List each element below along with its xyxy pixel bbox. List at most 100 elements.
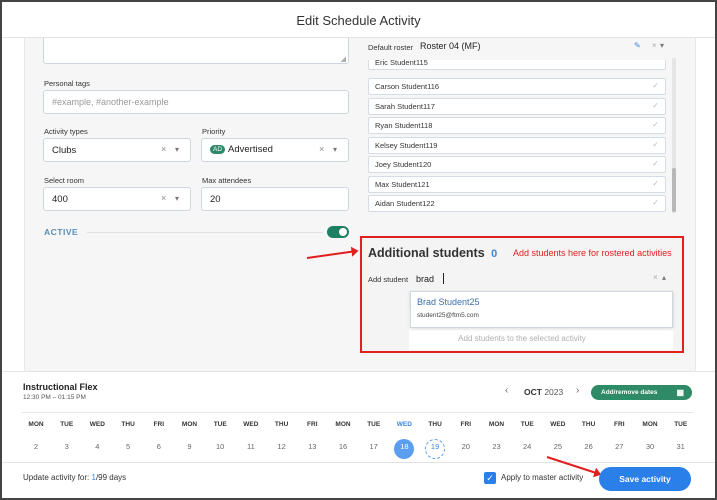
date-cell[interactable]: FRI 6 bbox=[145, 421, 173, 451]
roster-item-name: Sarah Student117 bbox=[375, 102, 435, 111]
add-remove-dates-button[interactable]: Add/remove dates ▦ bbox=[591, 385, 692, 400]
date-cell[interactable]: FRI 27 bbox=[605, 421, 633, 451]
day-number: 30 bbox=[645, 442, 655, 451]
save-activity-button[interactable]: Save activity bbox=[599, 467, 691, 491]
day-name: THU bbox=[428, 421, 442, 428]
day-number: 24 bbox=[523, 442, 532, 451]
modal-footer: Update activity for: 1/99 days ✓ Apply t… bbox=[2, 456, 715, 498]
day-number: 18 bbox=[400, 442, 409, 451]
day-number: 12 bbox=[277, 442, 286, 451]
date-cell[interactable]: THU 12 bbox=[268, 421, 296, 451]
chevron-down-icon[interactable]: ▾ bbox=[333, 145, 337, 154]
priority-select[interactable]: AD Advertised × ▾ bbox=[201, 138, 349, 162]
date-cell[interactable]: FRI 20 bbox=[452, 421, 480, 451]
max-attendees-input[interactable]: 20 bbox=[201, 187, 349, 211]
day-name: MON bbox=[181, 421, 198, 428]
date-cell[interactable]: TUE 10 bbox=[206, 421, 234, 451]
date-cell[interactable]: THU 5 bbox=[114, 421, 142, 451]
day-number: 31 bbox=[676, 442, 685, 451]
clear-icon[interactable]: × bbox=[161, 144, 166, 154]
prev-month-icon[interactable]: ‹ bbox=[505, 385, 508, 396]
date-cell[interactable]: TUE 24 bbox=[513, 421, 541, 451]
default-roster-value[interactable]: Roster 04 (MF) bbox=[420, 41, 481, 51]
resize-handle-icon[interactable]: ◢ bbox=[341, 55, 346, 63]
apply-master-checkbox[interactable]: ✓ bbox=[484, 472, 496, 484]
chevron-up-icon[interactable]: ▴ bbox=[662, 273, 666, 282]
date-cell[interactable]: TUE 31 bbox=[667, 421, 695, 451]
additional-students-count: 0 bbox=[491, 248, 498, 260]
roster-item[interactable]: Ryan Student118 ✓ bbox=[368, 117, 666, 134]
scrollbar-thumb[interactable] bbox=[672, 168, 676, 212]
roster-item[interactable]: Joey Student120 ✓ bbox=[368, 156, 666, 173]
date-cell[interactable]: WED 18 bbox=[390, 421, 418, 459]
date-cell[interactable]: FRI 13 bbox=[298, 421, 326, 451]
default-roster-label: Default roster bbox=[368, 43, 414, 52]
date-cell[interactable]: MON 16 bbox=[329, 421, 357, 451]
clear-icon[interactable]: × bbox=[319, 144, 324, 154]
personal-tags-placeholder: #example, #another-example bbox=[52, 97, 169, 107]
day-name: TUE bbox=[60, 421, 74, 428]
check-icon: ✓ bbox=[652, 140, 659, 149]
add-students-hint: Add students to the selected activity bbox=[458, 334, 586, 343]
check-icon: ✓ bbox=[652, 198, 659, 207]
roster-item[interactable]: Carson Student116 ✓ bbox=[368, 78, 666, 95]
annotation-text: Add students here for rostered activitie… bbox=[513, 248, 672, 258]
roster-item[interactable]: Aidan Student122 ✓ bbox=[368, 195, 666, 212]
add-student-input[interactable]: brad × ▴ bbox=[411, 269, 672, 289]
roster-item-name: Joey Student120 bbox=[375, 160, 432, 169]
roster-scrollbar[interactable] bbox=[672, 58, 676, 213]
date-cell[interactable]: WED 4 bbox=[83, 421, 111, 451]
clear-icon[interactable]: × bbox=[653, 273, 658, 282]
description-textarea[interactable]: ◢ bbox=[43, 38, 349, 64]
roster-item[interactable]: Kelsey Student119 ✓ bbox=[368, 137, 666, 154]
result-name: Brad Student25 bbox=[417, 297, 480, 307]
activity-types-value: Clubs bbox=[52, 145, 77, 156]
chevron-down-icon[interactable]: ▾ bbox=[175, 145, 179, 154]
modal-title: Edit Schedule Activity bbox=[2, 2, 715, 38]
roster-item[interactable]: Max Student121 ✓ bbox=[368, 176, 666, 193]
date-cell[interactable]: THU 19 bbox=[421, 421, 449, 459]
divider bbox=[87, 232, 323, 233]
priority-value: Advertised bbox=[228, 144, 273, 155]
select-room-select[interactable]: 400 × ▾ bbox=[43, 187, 191, 211]
day-number: 26 bbox=[584, 442, 593, 451]
student-search-result[interactable]: Brad Student25 student25@ftm5.com bbox=[410, 291, 673, 328]
roster-item[interactable]: Sarah Student117 ✓ bbox=[368, 98, 666, 115]
date-cell[interactable]: TUE 3 bbox=[53, 421, 81, 451]
divider bbox=[22, 412, 694, 413]
toggle-knob bbox=[339, 228, 347, 236]
chevron-down-icon[interactable]: ▾ bbox=[175, 194, 179, 203]
active-toggle[interactable] bbox=[327, 226, 349, 238]
activity-types-select[interactable]: Clubs × ▾ bbox=[43, 138, 191, 162]
date-cell[interactable]: MON 30 bbox=[636, 421, 664, 451]
date-cell[interactable]: MON 2 bbox=[22, 421, 50, 451]
date-cell[interactable]: TUE 17 bbox=[360, 421, 388, 451]
day-number: 23 bbox=[492, 442, 501, 451]
next-month-icon[interactable]: › bbox=[576, 385, 579, 396]
roster-item-name: Kelsey Student119 bbox=[375, 141, 438, 150]
add-student-value: brad bbox=[416, 274, 435, 284]
schedule-time: 12:30 PM – 01:15 PM bbox=[23, 394, 86, 401]
day-name: WED bbox=[89, 421, 105, 428]
date-cell[interactable]: WED 25 bbox=[544, 421, 572, 451]
date-cell[interactable]: WED 11 bbox=[237, 421, 265, 451]
day-name: THU bbox=[274, 421, 289, 428]
roster-item[interactable]: Eric Student115 bbox=[368, 58, 666, 70]
clear-icon[interactable]: × bbox=[161, 193, 166, 203]
roster-item-name: Max Student121 bbox=[375, 180, 430, 189]
priority-label: Priority bbox=[202, 127, 226, 136]
text-cursor bbox=[443, 273, 444, 284]
day-name: FRI bbox=[153, 421, 165, 428]
clear-icon[interactable]: × bbox=[652, 41, 657, 50]
date-cell[interactable]: THU 26 bbox=[575, 421, 603, 451]
chevron-down-icon[interactable]: ▾ bbox=[660, 41, 664, 50]
personal-tags-input[interactable]: #example, #another-example bbox=[43, 90, 349, 114]
date-cell[interactable]: MON 23 bbox=[483, 421, 511, 451]
date-cell[interactable]: MON 9 bbox=[176, 421, 204, 451]
roster-item-name: Carson Student116 bbox=[375, 82, 440, 91]
edit-icon[interactable]: ✎ bbox=[634, 41, 641, 50]
day-name: THU bbox=[581, 421, 596, 428]
day-name: TUE bbox=[213, 421, 227, 428]
active-label: ACTIVE bbox=[44, 227, 79, 237]
day-number: 9 bbox=[187, 442, 192, 451]
